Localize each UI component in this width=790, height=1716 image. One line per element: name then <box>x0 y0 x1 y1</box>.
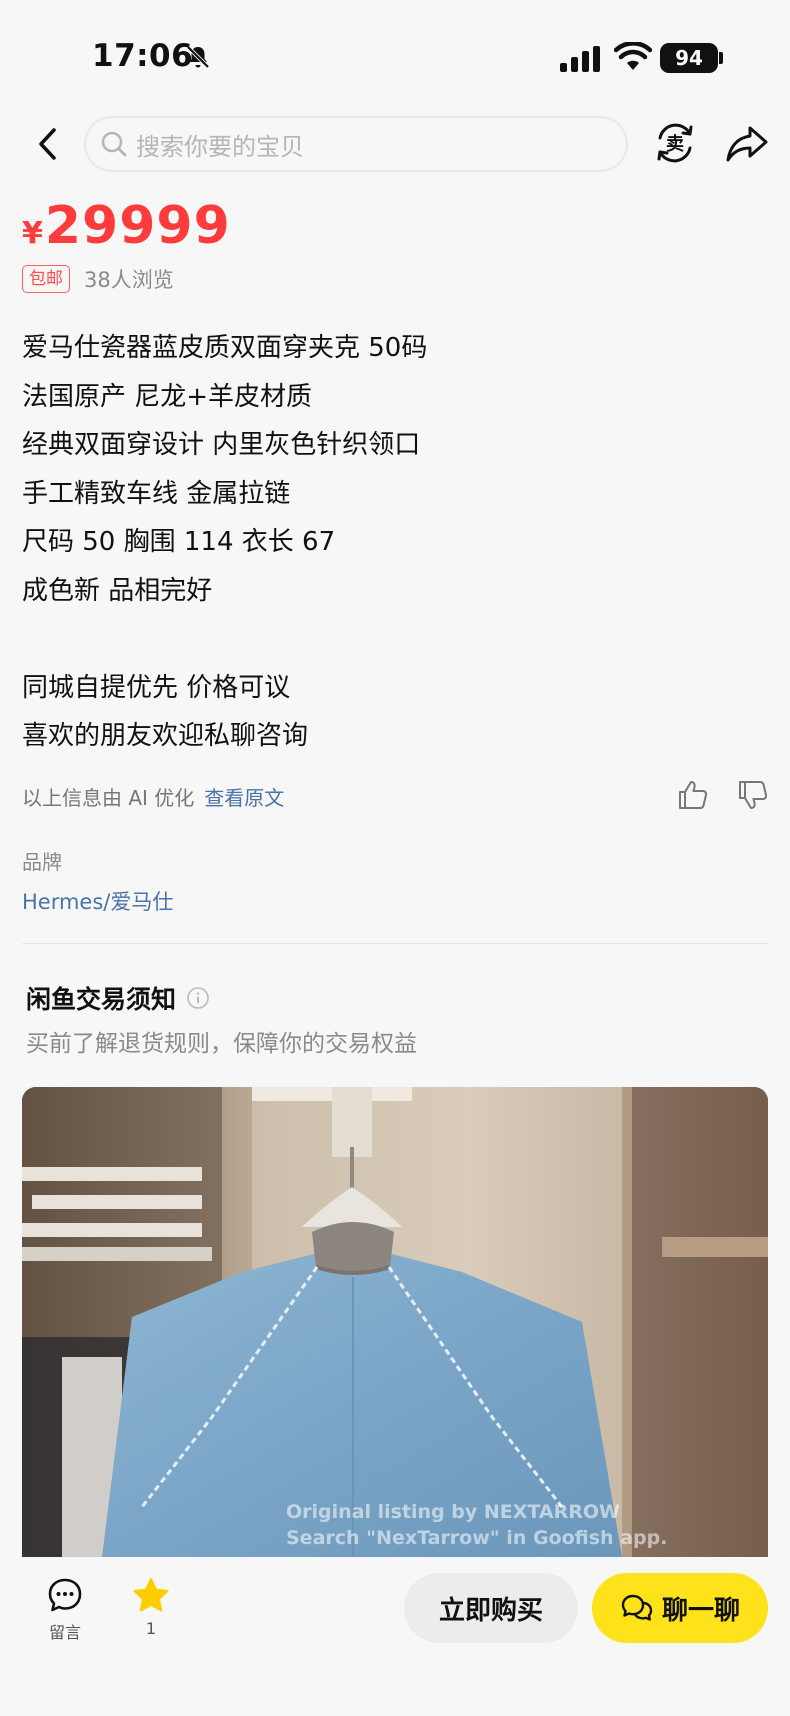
star-icon <box>133 1578 169 1612</box>
thumbs-up-icon[interactable] <box>676 778 710 812</box>
chat-icon <box>621 1594 653 1621</box>
wifi-icon <box>614 42 652 70</box>
battery-tip <box>719 52 723 64</box>
description-line: 同城自提优先 价格可议 <box>22 672 291 703</box>
description-line: 法国原产 尼龙+羊皮材质 <box>22 381 313 412</box>
battery-indicator: 94 <box>660 43 718 73</box>
trade-notice-title[interactable]: 闲鱼交易须知 <box>26 980 210 1016</box>
brand-label: 品牌 <box>22 850 62 874</box>
jacket-photo-illustration <box>22 1087 768 1557</box>
watermark-line2: Search "NexTarrow" in Goofish app. <box>286 1527 668 1549</box>
price: ¥ 29999 <box>22 196 231 256</box>
description-line: 尺码 50 胸围 114 衣长 67 <box>22 527 336 557</box>
ai-notice-row: 以上信息由 AI 优化 查看原文 <box>22 780 768 812</box>
comment-label: 留言 <box>48 1623 81 1642</box>
description-line: 爱马仕瓷器蓝皮质双面穿夹克 50码 <box>22 333 428 363</box>
divider <box>22 943 768 944</box>
view-count: 38人浏览 <box>84 268 174 292</box>
cellular-signal-icon <box>560 46 600 72</box>
search-placeholder: 搜索你要的宝贝 <box>136 132 304 161</box>
sell-icon[interactable]: 卖 <box>652 120 698 166</box>
favorite-button[interactable]: 1 <box>128 1577 174 1638</box>
tag-row: 包邮 38人浏览 <box>22 264 174 294</box>
buy-now-label: 立即购买 <box>438 1595 543 1626</box>
watermark-line1: Original listing by NEXTARROW <box>286 1501 620 1523</box>
status-time: 17:06 <box>92 38 194 74</box>
buy-now-button[interactable]: 立即购买 <box>404 1573 578 1643</box>
view-original-link[interactable]: 查看原文 <box>204 782 284 811</box>
status-bar: 17:06 94 <box>0 0 790 110</box>
share-icon[interactable] <box>724 120 770 166</box>
chevron-left-icon <box>39 128 56 160</box>
free-shipping-badge: 包邮 <box>22 265 70 293</box>
search-icon <box>101 131 127 157</box>
chat-button[interactable]: 聊一聊 <box>592 1573 768 1643</box>
favorite-count: 1 <box>145 1619 157 1638</box>
comment-icon <box>48 1578 82 1612</box>
search-input[interactable]: 搜索你要的宝贝 <box>84 116 628 172</box>
trade-notice-subtitle: 买前了解退货规则，保障你的交易权益 <box>26 1031 417 1057</box>
description-line: 喜欢的朋友欢迎私聊咨询 <box>22 721 309 751</box>
description-line <box>22 615 762 664</box>
svg-text:卖: 卖 <box>666 133 684 155</box>
comment-button[interactable]: 留言 <box>42 1577 88 1643</box>
watermark: Original listing by NEXTARROW Search "Ne… <box>286 1499 667 1551</box>
trade-notice-title-text: 闲鱼交易须知 <box>26 985 177 1014</box>
brand-value-link[interactable]: Hermes/爱马仕 <box>22 886 173 916</box>
item-description: 爱马仕瓷器蓝皮质双面穿夹克 50码 法国原产 尼龙+羊皮材质 经典双面穿设计 内… <box>22 324 762 761</box>
price-amount: 29999 <box>44 196 231 256</box>
ai-notice-text: 以上信息由 AI 优化 <box>22 785 195 810</box>
description-line: 手工精致车线 金属拉链 <box>22 478 291 509</box>
bottom-action-bar: 留言 1 立即购买 聊一聊 <box>0 1557 790 1716</box>
product-photo[interactable]: Original listing by NEXTARROW Search "Ne… <box>22 1087 768 1557</box>
info-icon[interactable] <box>186 986 210 1010</box>
thumbs-down-icon[interactable] <box>736 778 770 812</box>
description-line: 经典双面穿设计 内里灰色针织领口 <box>22 430 421 460</box>
nav-bar: 搜索你要的宝贝 卖 <box>0 112 790 176</box>
description-line: 成色新 品相完好 <box>22 575 213 606</box>
chat-label: 聊一聊 <box>661 1595 740 1626</box>
back-button[interactable] <box>28 122 68 166</box>
bell-muted-icon <box>186 45 210 69</box>
price-currency: ¥ <box>22 216 43 251</box>
